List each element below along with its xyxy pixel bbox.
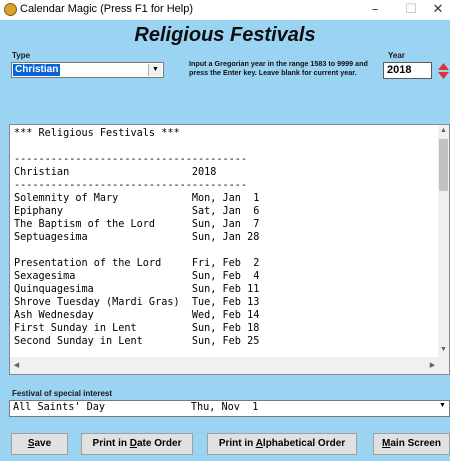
festival-line xyxy=(14,140,259,153)
festivals-text: *** Religious Festivals *** ------------… xyxy=(14,127,259,348)
main-panel: Religious Festivals Type Christian ▼ Inp… xyxy=(0,20,450,461)
print-date-order-button[interactable]: Print in Date Order xyxy=(81,433,193,455)
type-selected-value: Christian xyxy=(13,64,61,76)
up-arrow-icon xyxy=(438,63,449,70)
festival-line: Septuagesima Sun, Jan 28 xyxy=(14,232,260,243)
festival-line: -------------------------------------- xyxy=(14,180,248,191)
down-arrow-icon xyxy=(438,72,449,79)
scrollbar-corner xyxy=(438,357,449,374)
festival-line xyxy=(14,244,259,257)
festival-line: Quinquagesima Sun, Feb 11 xyxy=(14,284,260,295)
scroll-right-icon[interactable]: ▶ xyxy=(427,361,438,369)
year-input[interactable]: 2018 xyxy=(383,62,432,79)
app-icon xyxy=(4,3,17,16)
minimize-button[interactable]: – xyxy=(360,1,390,19)
maximize-button[interactable]: ☐ xyxy=(396,1,426,19)
chevron-down-icon[interactable]: ▼ xyxy=(148,64,162,76)
year-hint: Input a Gregorian year in the range 1583… xyxy=(189,59,368,77)
scroll-down-icon[interactable]: ▼ xyxy=(438,346,449,353)
title-bar: Calendar Magic (Press F1 for Help) – ☐ ✕ xyxy=(0,0,450,20)
festival-selected-value: All Saints' Day Thu, Nov 1 xyxy=(13,402,259,413)
window-title: Calendar Magic (Press F1 for Help) xyxy=(20,3,194,15)
festival-line: Solemnity of Mary Mon, Jan 1 xyxy=(14,193,260,204)
print-alphabetical-order-button[interactable]: Print in Alphabetical Order xyxy=(207,433,357,455)
year-label: Year xyxy=(388,51,405,60)
festival-line: *** Religious Festivals *** xyxy=(14,128,180,139)
chevron-down-icon[interactable]: ▼ xyxy=(437,402,448,409)
page-title: Religious Festivals xyxy=(134,24,316,46)
scroll-up-icon[interactable]: ▲ xyxy=(438,127,449,134)
festival-line: Second Sunday in Lent Sun, Feb 25 xyxy=(14,336,260,347)
close-button[interactable]: ✕ xyxy=(426,1,450,19)
festival-line: -------------------------------------- xyxy=(14,154,248,165)
vertical-scrollbar[interactable]: ▲ ▼ xyxy=(438,125,449,358)
type-select[interactable]: Christian ▼ xyxy=(11,62,164,78)
festival-line: Ash Wednesday Wed, Feb 14 xyxy=(14,310,260,321)
festival-line: Epiphany Sat, Jan 6 xyxy=(14,206,260,217)
festival-label: Festival of special interest xyxy=(12,389,113,398)
festival-select[interactable]: All Saints' Day Thu, Nov 1 ▼ xyxy=(9,400,450,417)
main-screen-button[interactable]: Main Screen xyxy=(373,433,450,455)
festivals-list[interactable]: *** Religious Festivals *** ------------… xyxy=(9,124,450,375)
festival-line: The Baptism of the Lord Sun, Jan 7 xyxy=(14,219,260,230)
festival-line: Presentation of the Lord Fri, Feb 2 xyxy=(14,258,260,269)
festival-line: Shrove Tuesday (Mardi Gras) Tue, Feb 13 xyxy=(14,297,260,308)
type-label: Type xyxy=(12,51,31,60)
festival-line: Sexagesima Sun, Feb 4 xyxy=(14,271,260,282)
scroll-thumb[interactable] xyxy=(439,139,448,191)
save-button[interactable]: Save xyxy=(11,433,68,455)
festival-line: Christian 2018 xyxy=(14,167,217,178)
year-spinner[interactable] xyxy=(437,62,450,80)
festival-line: First Sunday in Lent Sun, Feb 18 xyxy=(14,323,260,334)
scroll-left-icon[interactable]: ◀ xyxy=(11,361,22,369)
horizontal-scrollbar[interactable]: ◀ ▶ xyxy=(10,357,440,374)
